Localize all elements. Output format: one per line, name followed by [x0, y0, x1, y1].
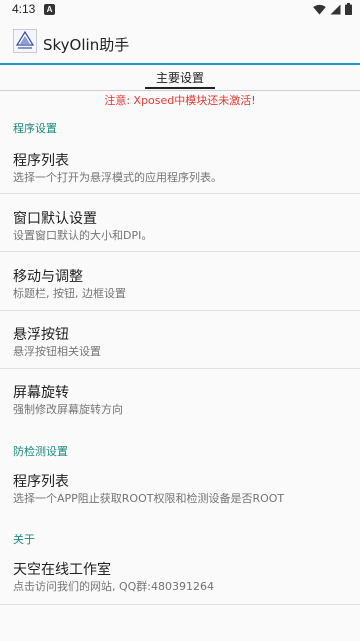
status-time: 4:13 — [12, 2, 36, 16]
pref-summary: 选择一个APP阻止获取ROOT权限和检测设备是否ROOT — [13, 492, 285, 505]
tab-divider — [0, 90, 360, 91]
pref-summary: 点击访问我们的网站, QQ群:480391264 — [13, 580, 215, 593]
pref-title: 程序列表 — [13, 153, 69, 169]
app-title: SkyOlin助手 — [43, 36, 130, 54]
tab-indicator — [145, 87, 215, 89]
divider — [0, 251, 360, 252]
status-icons — [313, 3, 352, 15]
pref-title: 窗口默认设置 — [13, 211, 97, 227]
pref-screen-rotation[interactable]: 屏幕旋转 强制修改屏幕旋转方向 — [0, 382, 360, 432]
xposed-warning: 注意: Xposed中模块还未激活! — [104, 94, 256, 107]
divider — [0, 310, 360, 311]
divider — [0, 193, 360, 194]
pref-title: 悬浮按钮 — [13, 327, 69, 343]
section-header-about: 关于 — [13, 533, 35, 546]
divider — [0, 368, 360, 369]
pref-summary: 悬浮按钮相关设置 — [13, 345, 101, 358]
tab-main-settings[interactable]: 主要设置 — [145, 69, 215, 86]
pref-floating-button[interactable]: 悬浮按钮 悬浮按钮相关设置 — [0, 324, 360, 374]
pref-summary: 强制修改屏幕旋转方向 — [13, 403, 123, 416]
pref-title: 天空在线工作室 — [13, 562, 111, 578]
pref-title: 移动与调整 — [13, 269, 83, 285]
wifi-icon — [313, 4, 326, 14]
pref-summary: 标题栏, 按钮, 边框设置 — [13, 287, 126, 300]
status-bar: 4:13 A — [0, 0, 360, 20]
signal-icon — [330, 4, 341, 14]
tab-bar: 主要设置 — [0, 65, 360, 91]
pref-studio-link[interactable]: 天空在线工作室 点击访问我们的网站, QQ群:480391264 — [0, 559, 360, 609]
section-header-anti-detection: 防检测设置 — [13, 445, 68, 458]
pref-title: 程序列表 — [13, 474, 69, 490]
section-header-app-settings: 程序设置 — [13, 122, 57, 135]
pref-summary: 选择一个打开为悬浮模式的应用程序列表。 — [13, 171, 222, 184]
divider — [0, 604, 360, 605]
battery-icon — [345, 3, 352, 15]
app-logo-icon — [13, 29, 37, 53]
pref-anti-detection-app-list[interactable]: 程序列表 选择一个APP阻止获取ROOT权限和检测设备是否ROOT — [0, 471, 360, 521]
notification-icon: A — [44, 4, 55, 15]
pref-title: 屏幕旋转 — [13, 385, 69, 401]
app-bar: SkyOlin助手 — [0, 20, 360, 64]
pref-summary: 设置窗口默认的大小和DPI。 — [13, 229, 153, 242]
pref-move-resize[interactable]: 移动与调整 标题栏, 按钮, 边框设置 — [0, 266, 360, 316]
